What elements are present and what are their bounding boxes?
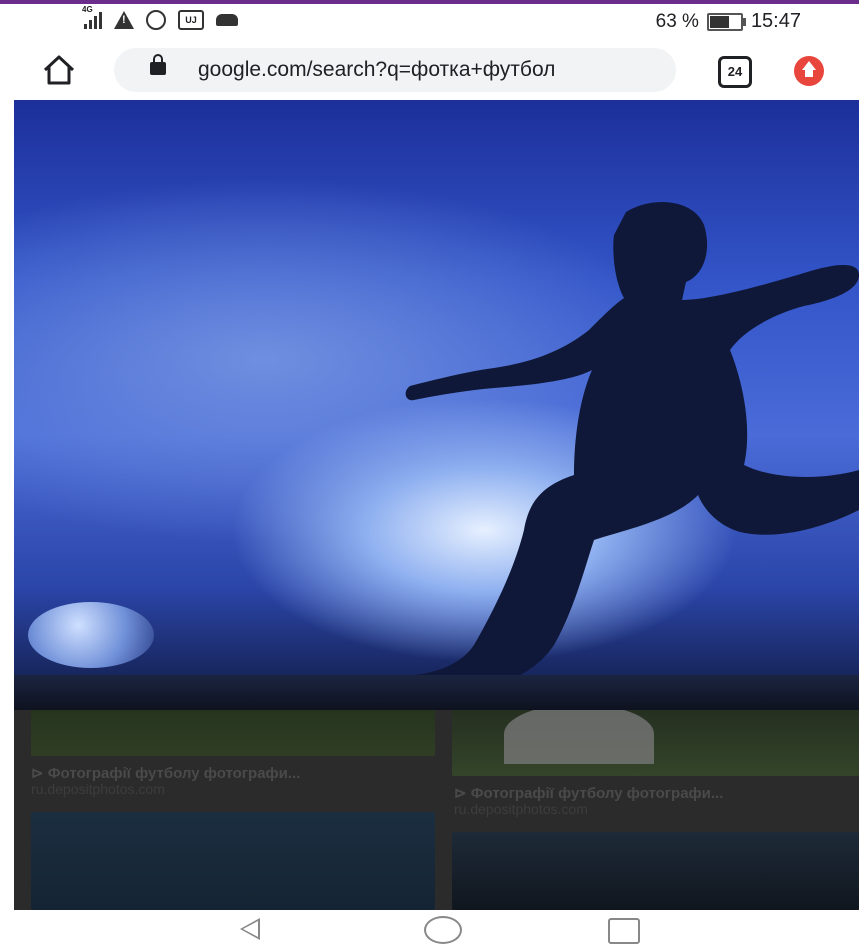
signal-icon: 4G: [82, 5, 102, 29]
status-icons-right: 63 % 15:47: [656, 10, 801, 33]
update-menu-icon[interactable]: [794, 56, 824, 86]
whatsapp-icon: [146, 10, 166, 30]
result-title[interactable]: ⊳ Фотографії футболу фотографи...: [31, 764, 431, 782]
home-circle-icon[interactable]: [424, 916, 462, 944]
recent-apps-icon[interactable]: [608, 918, 640, 944]
battery-fill: [709, 15, 729, 28]
address-bar[interactable]: google.com/search?q=фотка+футбол: [114, 48, 676, 92]
status-icons-left: 4G UJ: [82, 5, 238, 30]
grass-strip: [14, 675, 859, 710]
battery-percent: 63 %: [655, 10, 699, 32]
app-notification-icon: UJ: [178, 10, 204, 30]
status-time: 15:47: [750, 10, 801, 32]
tab-switcher-button[interactable]: 24: [718, 56, 752, 88]
result-source: ru.depositphotos.com: [454, 801, 588, 817]
back-icon[interactable]: [240, 918, 260, 940]
network-type-label: 4G: [82, 5, 93, 14]
result-thumbnail[interactable]: [452, 832, 859, 910]
warning-icon: [114, 11, 134, 29]
home-icon[interactable]: [42, 54, 76, 86]
result-thumbnail[interactable]: [31, 812, 435, 910]
image-preview[interactable]: [14, 100, 859, 710]
page-content: ⊳ Фотографії футболу фотографи... ru.dep…: [14, 100, 859, 910]
result-title[interactable]: ⊳ Фотографії футболу фотографи...: [454, 784, 854, 802]
cast-icon: [216, 14, 238, 26]
player-silhouette: [344, 202, 859, 696]
lock-icon: [150, 54, 166, 75]
url-text[interactable]: google.com/search?q=фотка+футбол: [198, 58, 668, 82]
status-bar: 4G UJ 63 % 15:47: [0, 4, 859, 40]
result-source: ru.depositphotos.com: [31, 781, 165, 797]
system-navigation-bar: [0, 910, 859, 945]
battery-icon: [706, 12, 746, 31]
browser-toolbar: google.com/search?q=фотка+футбол 24: [0, 40, 859, 100]
